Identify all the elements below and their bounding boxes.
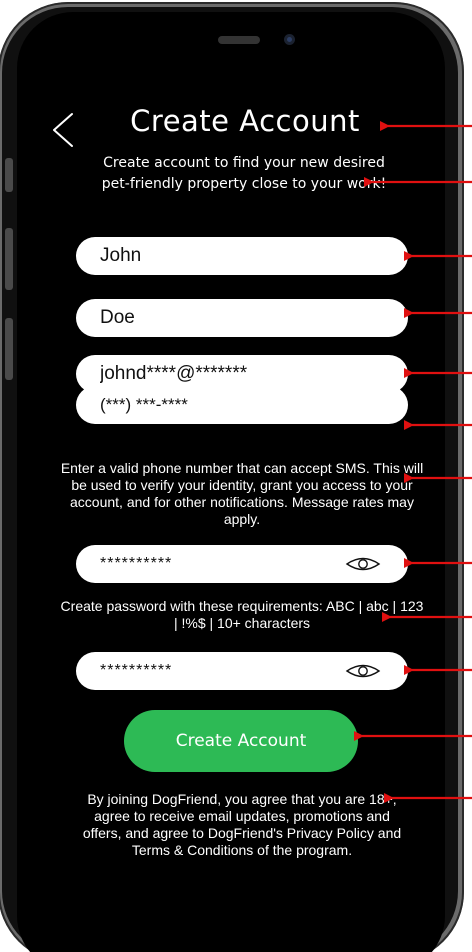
volume-up-button (5, 228, 13, 290)
legal-disclaimer: By joining DogFriend, you agree that you… (82, 791, 402, 858)
create-account-button[interactable]: Create Account (124, 710, 358, 772)
page-subtitle: Create account to find your new desired … (101, 155, 387, 192)
phone-helper-text: Enter a valid phone number that can acce… (60, 460, 424, 527)
first-name-input[interactable] (100, 237, 340, 275)
chevron-left-icon (53, 113, 73, 147)
eye-icon (345, 557, 381, 571)
show-confirm-password-button[interactable] (342, 660, 384, 682)
last-name-input[interactable] (100, 299, 340, 337)
password-input[interactable] (100, 545, 340, 583)
password-field[interactable] (76, 545, 408, 583)
last-name-field[interactable] (76, 299, 408, 337)
back-button[interactable] (48, 112, 80, 148)
first-name-field[interactable] (76, 237, 408, 275)
password-helper-text: Create password with these requirements:… (60, 598, 424, 631)
confirm-password-field[interactable] (76, 652, 408, 690)
eye-icon (345, 664, 381, 678)
show-password-button[interactable] (342, 553, 384, 575)
confirm-password-input[interactable] (100, 652, 340, 690)
phone-input[interactable] (100, 386, 340, 424)
page-title: Create Account (130, 104, 360, 138)
front-camera-icon (284, 34, 295, 45)
volume-down-button (5, 318, 13, 380)
app-stage: Create Account Create account to find yo… (0, 0, 472, 952)
mute-switch (5, 158, 13, 192)
phone-field[interactable] (76, 386, 408, 424)
speaker-grille (218, 36, 260, 44)
